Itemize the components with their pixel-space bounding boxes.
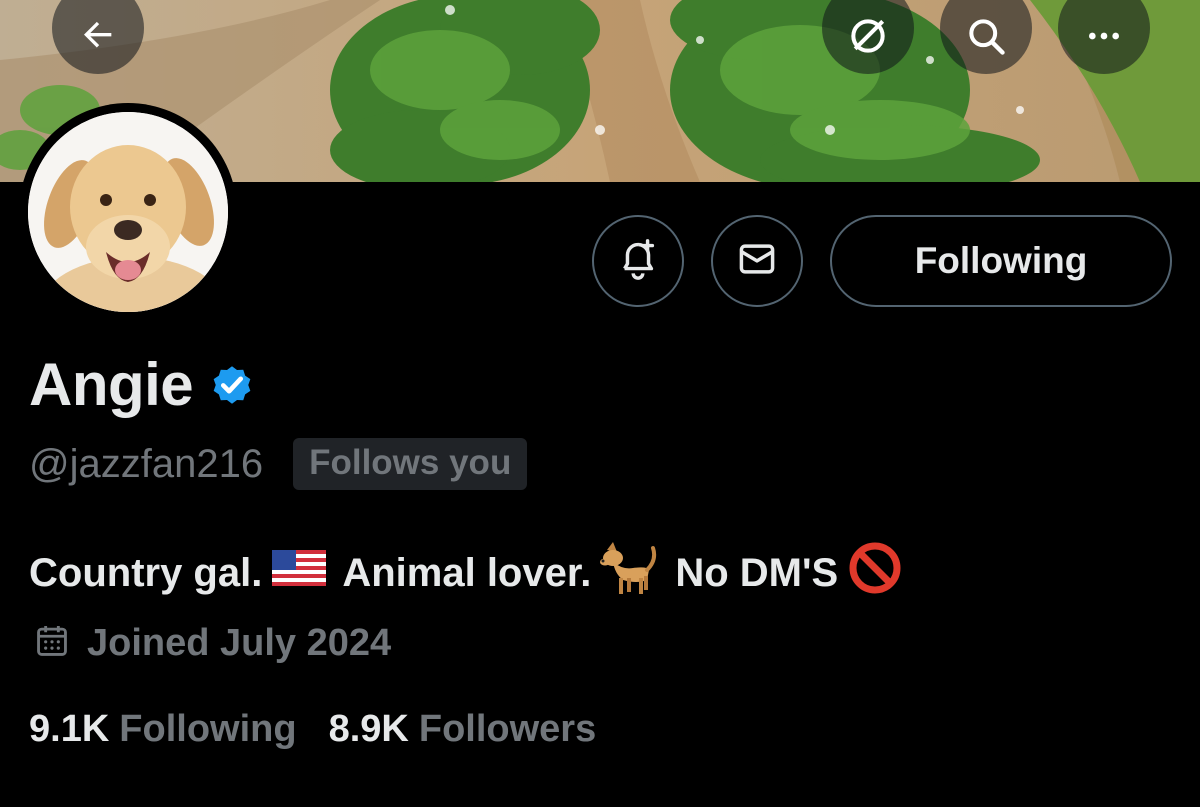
more-horizontal-icon (1084, 8, 1124, 48)
grok-icon (846, 6, 890, 53)
joined-row: Joined July 2024 (33, 622, 391, 665)
bell-plus-icon (615, 236, 661, 287)
bio: Country gal. Animal lover. No DM'S (29, 540, 918, 606)
search-icon (964, 6, 1008, 55)
followers-count: 8.9K (328, 708, 409, 750)
display-name: Angie (29, 351, 194, 418)
dog-avatar-image (28, 112, 228, 312)
us-flag-icon (272, 550, 327, 596)
followers-label: Followers (418, 708, 597, 750)
handle-row: @jazzfan216 Follows you (29, 438, 528, 490)
envelope-icon (735, 237, 779, 286)
joined-date: Joined July 2024 (87, 622, 392, 664)
avatar[interactable] (19, 103, 237, 321)
bio-text-1: Country gal. (29, 550, 263, 595)
verified-badge-icon[interactable] (207, 360, 257, 415)
bio-text-3: No DM'S (675, 550, 839, 595)
following-stat[interactable]: 9.1K Following (29, 708, 297, 751)
message-button[interactable] (711, 215, 803, 307)
following-count: 9.1K (29, 708, 110, 750)
dog-emoji-icon (597, 540, 659, 606)
follow-stats: 9.1K Following 8.9K Followers (29, 708, 596, 751)
following-label: Following (119, 708, 297, 750)
bio-text-2: Animal lover. (342, 550, 592, 595)
calendar-icon (33, 622, 71, 665)
notify-button[interactable] (592, 215, 684, 307)
arrow-left-icon (78, 8, 118, 48)
prohibited-icon (848, 541, 902, 605)
name-row: Angie (29, 350, 257, 419)
follows-you-badge: Follows you (293, 438, 528, 490)
handle: @jazzfan216 (29, 441, 264, 486)
following-button[interactable]: Following (830, 215, 1172, 307)
followers-stat[interactable]: 8.9K Followers (329, 708, 597, 751)
